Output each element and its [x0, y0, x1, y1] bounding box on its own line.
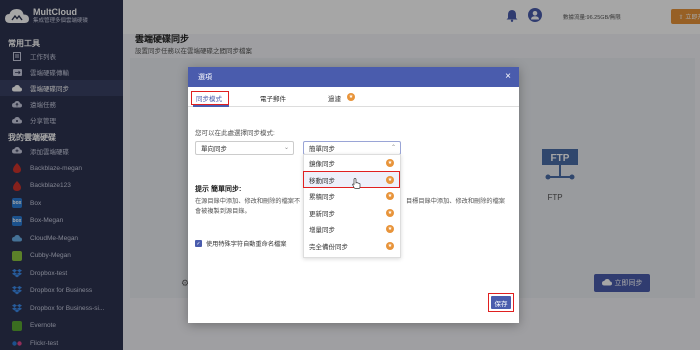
dialog-header: 選項 ×	[188, 67, 519, 87]
premium-star-icon: ★	[386, 225, 394, 233]
option-full-backup-sync[interactable]: 完全備份同步 ★	[304, 238, 400, 255]
premium-star-icon: ★	[386, 159, 394, 167]
chevron-up-icon: ⌃	[390, 145, 396, 151]
auto-rename-option[interactable]: ✓ 使用特殊字符自動重命名檔案	[195, 239, 286, 248]
mode-description-right: 目標目錄中添加、修改和刪除的檔案	[406, 198, 505, 205]
mode-hint: 您可以在此處選擇同步模式:	[195, 130, 275, 137]
sync-mode-dropdown: 鏡像同步 ★ 移動同步 ★ 累積同步 ★ 更新同步 ★ 增量同步 ★ 完全備份同…	[303, 154, 401, 258]
option-label: 鏡像同步	[309, 161, 335, 169]
sync-mode-select[interactable]: 簡單同步 ⌃	[303, 141, 401, 155]
mode-description-left: 在源目錄中添加、修改和刪除的檔案不會被複製到源目錄。	[195, 198, 301, 215]
auto-rename-label: 使用特殊字符自動重命名檔案	[206, 241, 287, 248]
highlight-box-save	[488, 293, 514, 312]
option-label: 增量同步	[309, 227, 335, 235]
option-incremental-sync[interactable]: 增量同步 ★	[304, 221, 400, 238]
highlight-box-tab	[191, 91, 229, 105]
sync-direction-value: 單向同步	[201, 146, 227, 153]
chevron-down-icon: ⌄	[283, 145, 289, 151]
premium-star-icon: ★	[386, 192, 394, 200]
option-update-sync[interactable]: 更新同步 ★	[304, 205, 400, 222]
option-label: 累積同步	[309, 194, 335, 202]
premium-star-icon: ★	[347, 93, 355, 101]
dialog-title: 選項	[198, 74, 212, 81]
sync-direction-select[interactable]: 單向同步 ⌄	[195, 141, 294, 155]
premium-star-icon: ★	[386, 208, 394, 217]
checkbox-checked-icon[interactable]: ✓	[195, 240, 202, 247]
tab-email[interactable]: 電子郵件	[260, 93, 286, 103]
mode-description-title: 提示 簡單同步:	[195, 186, 242, 193]
premium-star-icon: ★	[386, 241, 394, 250]
mouse-cursor-icon	[352, 178, 361, 192]
option-mirror-sync[interactable]: 鏡像同步 ★	[304, 155, 400, 172]
sync-mode-value: 簡單同步	[309, 146, 335, 153]
close-icon[interactable]: ×	[505, 71, 511, 82]
active-tab-underline	[193, 105, 229, 107]
option-label: 更新同步	[309, 210, 335, 218]
options-dialog: 選項 × 同步模式 電子郵件 過濾 ★ 您可以在此處選擇同步模式: 單向同步 ⌄…	[188, 67, 519, 323]
dialog-tabs: 同步模式 電子郵件 過濾 ★	[188, 87, 519, 107]
option-label: 完全備份同步	[309, 243, 348, 251]
tab-filter[interactable]: 過濾	[328, 93, 341, 103]
